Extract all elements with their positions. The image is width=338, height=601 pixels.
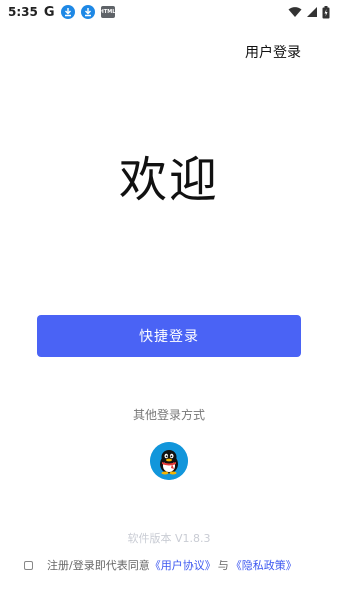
html-badge-icon: HTML — [100, 6, 115, 18]
download-icon — [80, 5, 95, 19]
software-version: 软件版本 V1.8.3 — [127, 532, 211, 545]
welcome-title: 欢迎 — [118, 152, 219, 208]
status-left: 5:35 G HTML — [8, 5, 115, 20]
user-agreement-link[interactable]: 《用户协议》 — [150, 557, 216, 573]
qq-icon — [150, 442, 188, 480]
download-icon — [60, 5, 75, 19]
privacy-policy-link[interactable]: 《隐私政策》 — [231, 557, 297, 573]
other-login-label: 其他登录方式 — [132, 408, 205, 422]
signal-icon — [307, 7, 317, 17]
status-right — [288, 5, 330, 19]
agreement-and: 与 — [217, 559, 229, 572]
qq-login-button[interactable] — [150, 442, 188, 480]
status-bar: 5:35 G HTML — [0, 0, 338, 24]
wifi-icon — [288, 7, 302, 17]
agreement-checkbox[interactable] — [24, 560, 33, 570]
agreement-prefix: 注册/登录即代表同意 — [47, 559, 150, 572]
google-icon: G — [43, 4, 55, 20]
agreement-row: 注册/登录即代表同意 《用户协议》 与 《隐私政策》 — [24, 556, 297, 574]
status-time: 5:35 — [8, 5, 38, 19]
user-login-link[interactable]: 用户登录 — [245, 42, 301, 62]
battery-icon — [322, 5, 330, 18]
quick-login-button[interactable]: 快捷登录 — [37, 315, 301, 357]
